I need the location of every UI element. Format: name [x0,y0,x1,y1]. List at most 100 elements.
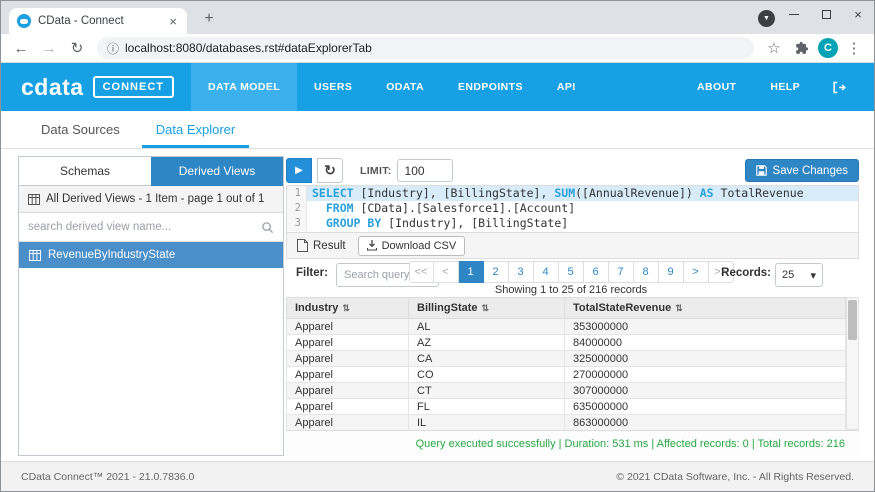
page-7-button[interactable]: 7 [609,261,634,283]
records-label: Records: [721,267,771,279]
page-4-button[interactable]: 4 [534,261,559,283]
header-industry[interactable]: Industry⇅ [287,298,409,319]
nav-help[interactable]: HELP [753,63,817,111]
sql-line-1: 1 SELECT [Industry], [BillingState], SUM… [287,186,858,201]
save-changes-button[interactable]: Save Changes [745,159,859,182]
query-toolbar: ▶ ↻ LIMIT: Save Changes [286,156,859,185]
table-header-row: Industry⇅ BillingState⇅ TotalStateRevenu… [287,298,846,319]
page-5-button[interactable]: 5 [559,261,584,283]
table-row[interactable]: ApparelCT307000000 [287,383,846,399]
table-row[interactable]: ApparelCO270000000 [287,367,846,383]
browser-menu-icon[interactable]: ⋮ [842,36,866,60]
media-controls-icon[interactable]: ▼ [758,10,775,27]
sort-icon: ⇅ [482,303,490,313]
nav-endpoints[interactable]: ENDPOINTS [441,63,540,111]
line-number: 1 [287,186,307,201]
sidebar-search [19,213,283,242]
save-icon [756,165,767,176]
url-text: localhost:8080/databases.rst#dataExplore… [125,41,372,55]
logout-icon[interactable] [817,63,860,111]
document-icon [297,239,308,252]
page-3-button[interactable]: 3 [509,261,534,283]
download-csv-button[interactable]: Download CSV [358,236,466,256]
forward-icon[interactable]: → [37,36,61,60]
logo-text: cdata [21,74,84,101]
app-header: cdata CONNECT DATA MODEL USERS ODATA END… [1,63,874,111]
browser-tab[interactable]: CData - Connect × [9,8,187,34]
close-button[interactable]: × [842,1,874,27]
refresh-query-button[interactable]: ↻ [317,158,343,183]
address-bar[interactable]: ⓘ localhost:8080/databases.rst#dataExplo… [97,37,754,59]
list-item-label: RevenueByIndustryState [48,249,175,261]
new-tab-button[interactable]: + [197,7,221,31]
query-panel: ▶ ↻ LIMIT: Save Changes 1 SELECT [Indust… [286,156,859,456]
table-row[interactable]: ApparelCA325000000 [287,351,846,367]
table-scrollbar[interactable] [846,297,859,430]
run-query-button[interactable]: ▶ [286,158,312,183]
bookmark-star-icon[interactable]: ☆ [762,36,786,60]
sql-line-2: 2 FROM [CData].[Salesforce1].[Account] [287,201,858,216]
profile-avatar[interactable]: C [818,38,838,58]
table-row[interactable]: ApparelAL353000000 [287,319,846,335]
derived-views-summary: All Derived Views - 1 Item - page 1 out … [19,186,283,213]
page-1-button[interactable]: 1 [459,261,484,283]
nav-api[interactable]: API [540,63,593,111]
nav-odata[interactable]: ODATA [369,63,441,111]
pagination: << < 1 2 3 4 5 6 7 8 9 > >> [433,261,709,283]
page-next-button[interactable]: > [684,261,709,283]
header-total-state-revenue[interactable]: TotalStateRevenue⇅ [565,298,846,319]
page-prev-button[interactable]: < [434,261,459,283]
tab-schemas[interactable]: Schemas [19,157,151,186]
maximize-button[interactable] [810,1,842,27]
result-tab[interactable]: Result [297,239,346,252]
site-info-icon[interactable]: ⓘ [107,40,119,57]
content-area: Schemas Derived Views All Derived Views … [1,149,874,461]
search-input[interactable] [28,221,261,233]
tab-derived-views[interactable]: Derived Views [151,157,283,186]
nav-about[interactable]: ABOUT [680,63,753,111]
results-table-wrap: Industry⇅ BillingState⇅ TotalStateRevenu… [286,297,859,430]
table-row[interactable]: ApparelAZ84000000 [287,335,846,351]
scrollbar-thumb[interactable] [848,300,857,340]
sidebar-panel: Schemas Derived Views All Derived Views … [18,156,284,456]
extensions-puzzle-icon[interactable] [790,36,814,60]
records-per-page-select[interactable]: 25 ▾ [775,263,823,287]
tab-data-sources[interactable]: Data Sources [41,122,120,148]
limit-label: LIMIT: [360,165,392,177]
page-8-button[interactable]: 8 [634,261,659,283]
nav-users[interactable]: USERS [297,63,369,111]
sql-line-3: 3 GROUP BY [Industry], [BillingState] [287,216,858,231]
footer-version: CData Connect™ 2021 - 21.0.7836.0 [21,471,194,483]
list-item-revenue-by-industry-state[interactable]: RevenueByIndustryState [19,242,283,268]
grid-icon [28,194,40,205]
line-number: 3 [287,216,307,231]
minimize-button[interactable] [778,1,810,27]
cdata-logo[interactable]: cdata CONNECT [1,63,191,111]
header-billing-state[interactable]: BillingState⇅ [409,298,565,319]
sql-editor[interactable]: 1 SELECT [Industry], [BillingState], SUM… [286,185,859,233]
table-row[interactable]: ApparelFL635000000 [287,399,846,415]
tab-data-explorer[interactable]: Data Explorer [156,122,235,148]
table-row[interactable]: ApparelIL863000000 [287,415,846,431]
results-table: Industry⇅ BillingState⇅ TotalStateRevenu… [286,297,846,431]
tab-close-icon[interactable]: × [167,14,179,29]
sort-icon: ⇅ [675,303,683,313]
minimize-icon [789,14,799,15]
limit-input[interactable] [397,159,453,182]
refresh-icon: ↻ [324,162,336,179]
query-status-bar: Query executed successfully | Duration: … [286,430,859,456]
grid-icon [29,250,41,261]
back-icon[interactable]: ← [9,36,33,60]
download-icon [367,240,377,251]
page-first-button[interactable]: << [409,261,434,283]
footer-copyright: © 2021 CData Software, Inc. - All Rights… [616,471,854,483]
reload-icon[interactable]: ↻ [65,36,89,60]
main-nav: DATA MODEL USERS ODATA ENDPOINTS API [191,63,680,111]
page-9-button[interactable]: 9 [659,261,684,283]
browser-toolbar: ← → ↻ ⓘ localhost:8080/databases.rst#dat… [1,34,874,63]
filter-row: Filter: << < 1 2 3 4 5 6 7 8 9 > >> [286,259,859,297]
save-button-label: Save Changes [773,165,848,177]
page-6-button[interactable]: 6 [584,261,609,283]
nav-data-model[interactable]: DATA MODEL [191,63,297,111]
page-2-button[interactable]: 2 [484,261,509,283]
